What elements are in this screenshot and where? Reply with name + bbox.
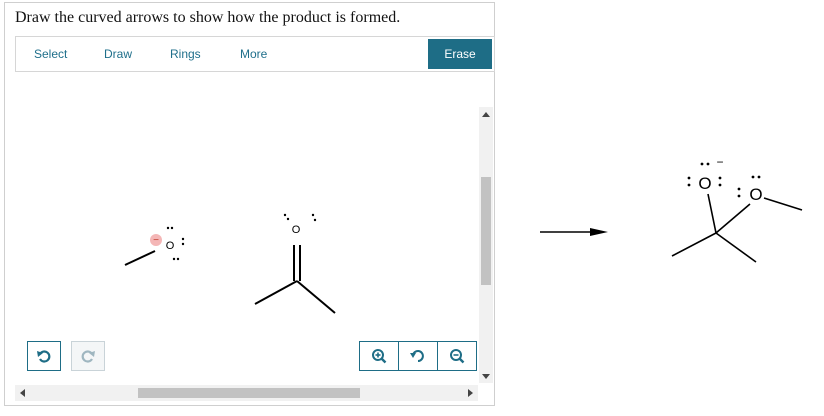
select-tool[interactable]: Select [34, 47, 67, 61]
draw-tool[interactable]: Draw [104, 47, 132, 61]
acetone-methyl-bond-left [254, 280, 298, 305]
drawing-canvas[interactable]: − O O [15, 73, 478, 387]
product-ether-oxygen: O [749, 185, 762, 204]
undo-icon [37, 350, 51, 363]
more-tool[interactable]: More [240, 47, 267, 61]
reset-zoom-button[interactable] [399, 342, 438, 370]
scroll-down-icon[interactable] [482, 374, 490, 379]
product-oxide-oxygen: O [698, 174, 711, 193]
acetone-methyl-bond-right [296, 280, 336, 314]
product-methyl-right [715, 232, 757, 263]
vertical-scrollbar[interactable] [479, 107, 493, 383]
methoxide-oxygen[interactable]: O [166, 240, 175, 252]
reaction-arrow-head [590, 228, 608, 236]
product-bond-o-methyl [763, 197, 803, 211]
product-methyl-left [671, 232, 717, 257]
zoom-in-icon [372, 349, 387, 364]
scroll-right-icon[interactable] [468, 389, 473, 397]
product-bond-c-oether [715, 203, 751, 234]
product-bond-c-o [707, 193, 717, 234]
acetone-lone-pairs [283, 213, 317, 222]
molecule-drawing: − O O [124, 213, 336, 314]
scroll-left-icon[interactable] [20, 389, 25, 397]
zoom-controls [359, 341, 477, 371]
scroll-up-icon[interactable] [482, 112, 490, 117]
zoom-in-button[interactable] [360, 342, 399, 370]
zoom-out-icon [450, 349, 465, 364]
question-prompt: Draw the curved arrows to show how the p… [15, 9, 401, 26]
vertical-scroll-thumb[interactable] [481, 177, 491, 285]
horizontal-scrollbar[interactable] [15, 385, 478, 401]
drawing-toolbar: Select Draw Rings More Erase [15, 36, 495, 72]
methoxide-charge: − [153, 235, 159, 246]
question-panel: Draw the curved arrows to show how the p… [4, 2, 495, 406]
acetone-oxygen[interactable]: O [292, 224, 301, 236]
undo-button[interactable] [27, 341, 61, 371]
redo-icon [81, 350, 95, 363]
rings-tool[interactable]: Rings [170, 47, 201, 61]
reset-zoom-icon [410, 350, 424, 362]
zoom-out-button[interactable] [438, 342, 476, 370]
redo-button[interactable] [71, 341, 105, 371]
product-oxide-charge: − [716, 155, 723, 169]
erase-button[interactable]: Erase [428, 39, 492, 69]
reaction-scheme: O − O [540, 155, 803, 263]
methoxide-bond [124, 250, 156, 266]
horizontal-scroll-thumb[interactable] [138, 388, 360, 398]
